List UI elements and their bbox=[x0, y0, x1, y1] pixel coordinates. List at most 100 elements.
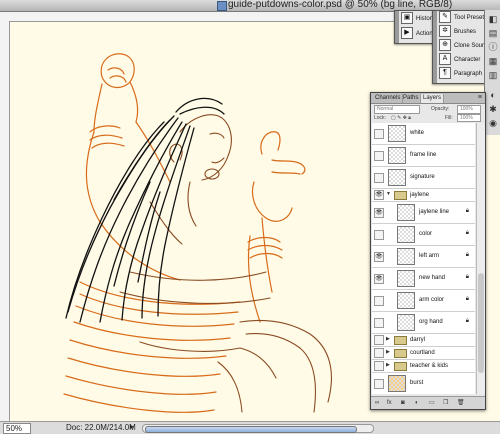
layer-name: teacher & kids bbox=[410, 363, 449, 369]
visibility-eye-icon[interactable] bbox=[374, 172, 384, 183]
paragraph-icon: ¶ bbox=[439, 67, 451, 80]
panel-grip[interactable] bbox=[395, 11, 399, 43]
layer-name: color bbox=[419, 231, 433, 237]
clone-source-button[interactable]: ⊕ Clone Source bbox=[439, 39, 490, 53]
layer-group-row[interactable]: ▶ teacher & kids bbox=[372, 360, 475, 373]
layers-panel-footer: ∞ fx ◙ ◐ ▭ ❐ 🗑︎ bbox=[371, 396, 485, 409]
layer-thumbnail bbox=[397, 292, 415, 309]
layer-row[interactable]: white bbox=[372, 123, 475, 145]
new-group-icon[interactable]: ▭ bbox=[429, 399, 435, 407]
new-layer-icon[interactable]: ❐ bbox=[443, 399, 448, 407]
link-layers-icon[interactable]: ∞ bbox=[375, 399, 379, 407]
layer-row[interactable]: frame line bbox=[372, 145, 475, 167]
histogram-icon[interactable]: ▤ bbox=[488, 28, 498, 38]
layer-thumbnail bbox=[397, 204, 415, 221]
disclosure-triangle-icon[interactable]: ▼ bbox=[386, 191, 391, 197]
disclosure-triangle-icon[interactable]: ▶ bbox=[386, 362, 390, 368]
swatches-icon[interactable]: ▥ bbox=[488, 70, 498, 80]
brushes-button[interactable]: ✲ Brushes bbox=[439, 25, 476, 39]
layer-list-scrollbar[interactable] bbox=[476, 123, 485, 394]
window-title: guide-putdowns-color.psd @ 50% (bg line,… bbox=[228, 0, 453, 10]
layer-group-row[interactable]: 👁︎ ▼ jaylene bbox=[372, 189, 475, 202]
tool-presets-button[interactable]: ✎ Tool Presets bbox=[439, 11, 487, 25]
character-button[interactable]: A Character bbox=[439, 53, 480, 67]
info-icon[interactable]: ⓘ bbox=[488, 42, 498, 52]
layer-row[interactable]: burst bbox=[372, 373, 475, 394]
folder-icon bbox=[394, 349, 407, 358]
visibility-eye-icon[interactable]: 👁︎ bbox=[374, 190, 384, 200]
disclosure-triangle-icon[interactable]: ▶ bbox=[386, 336, 390, 342]
visibility-eye-icon[interactable] bbox=[374, 361, 384, 371]
blend-mode-select[interactable]: Normal bbox=[374, 105, 420, 114]
tab-channels[interactable]: Channels bbox=[373, 94, 404, 103]
history-icon: ▣ bbox=[401, 12, 413, 25]
panel-menu-icon[interactable]: ≡ bbox=[478, 93, 482, 102]
horizontal-scrollbar[interactable] bbox=[142, 424, 374, 433]
layer-row[interactable]: arm color 🔒︎ bbox=[372, 290, 475, 312]
layer-row[interactable]: color 🔒︎ bbox=[372, 224, 475, 246]
visibility-eye-icon[interactable] bbox=[374, 128, 384, 139]
zoom-level-field[interactable]: 50% bbox=[3, 423, 31, 434]
status-bar: 50% Doc: 22.0M/214.0M ▸ bbox=[0, 421, 500, 434]
adjustments-icon[interactable]: ✱ bbox=[488, 104, 498, 114]
masks-icon[interactable]: ◉ bbox=[488, 118, 498, 128]
actions-panel-button[interactable]: ▶ Actions bbox=[401, 27, 436, 41]
layer-row[interactable]: 👁︎ jaylene line 🔒︎ bbox=[372, 202, 475, 224]
layer-thumbnail bbox=[397, 270, 415, 287]
clone-source-icon: ⊕ bbox=[439, 39, 451, 52]
layer-row[interactable]: 👁︎ left arm 🔒︎ bbox=[372, 246, 475, 268]
brushes-label: Brushes bbox=[454, 29, 477, 35]
status-menu-arrow-icon[interactable]: ▸ bbox=[130, 422, 134, 431]
visibility-eye-icon[interactable] bbox=[374, 229, 384, 240]
tool-presets-label: Tool Presets bbox=[454, 15, 488, 21]
lock-icon: 🔒︎ bbox=[465, 318, 469, 324]
visibility-eye-icon[interactable] bbox=[374, 378, 384, 389]
scrollbar-thumb[interactable] bbox=[478, 273, 484, 373]
history-panel-button[interactable]: ▣ History bbox=[401, 12, 435, 26]
layer-group-row[interactable]: ▶ darryl bbox=[372, 334, 475, 347]
color-icon[interactable]: ▦ bbox=[488, 56, 498, 66]
layer-row[interactable]: signature bbox=[372, 167, 475, 189]
add-mask-icon[interactable]: ◙ bbox=[401, 399, 405, 407]
lock-icon: 🔒︎ bbox=[465, 208, 469, 214]
visibility-eye-icon[interactable]: 👁︎ bbox=[374, 207, 384, 218]
adjustment-layer-icon[interactable]: ◐ bbox=[415, 399, 419, 407]
visibility-eye-icon[interactable] bbox=[374, 295, 384, 306]
fx-icon[interactable]: fx bbox=[387, 399, 392, 407]
lock-icons[interactable]: ▢ ✎ ✥ 🔒︎ bbox=[391, 114, 411, 122]
layer-name: frame line bbox=[410, 152, 437, 158]
layers-panel: Channels Paths Layers ≡ Normal Opacity: … bbox=[370, 92, 486, 410]
panel-grip[interactable] bbox=[433, 11, 437, 83]
layer-thumbnail bbox=[388, 125, 406, 142]
actions-icon: ▶ bbox=[401, 27, 413, 40]
styles-icon[interactable]: ◐ bbox=[488, 90, 498, 100]
tab-paths[interactable]: Paths bbox=[401, 94, 422, 103]
visibility-eye-icon[interactable] bbox=[374, 335, 384, 345]
lock-icon: 🔒︎ bbox=[465, 296, 469, 302]
folder-icon bbox=[394, 336, 407, 345]
paragraph-button[interactable]: ¶ Paragraph bbox=[439, 67, 482, 81]
layer-group-row[interactable]: ▶ courtland bbox=[372, 347, 475, 360]
trash-icon[interactable]: 🗑︎ bbox=[457, 399, 465, 407]
layer-list: white frame line signature 👁︎ ▼ jaylene 👁︎ jayl… bbox=[372, 123, 475, 394]
visibility-eye-icon[interactable] bbox=[374, 150, 384, 161]
layer-name: org hand bbox=[419, 319, 443, 325]
navigator-icon[interactable]: ◧ bbox=[488, 14, 498, 24]
layers-panel-tabs: Channels Paths Layers ≡ bbox=[371, 93, 485, 104]
visibility-eye-icon[interactable] bbox=[374, 348, 384, 358]
layer-thumbnail bbox=[397, 248, 415, 265]
scrollbar-thumb[interactable] bbox=[145, 426, 357, 433]
disclosure-triangle-icon[interactable]: ▶ bbox=[386, 349, 390, 355]
layer-row[interactable]: 👁︎ new hand 🔒︎ bbox=[372, 268, 475, 290]
visibility-eye-icon[interactable] bbox=[374, 317, 384, 328]
fill-input[interactable]: 100% bbox=[457, 114, 481, 122]
visibility-eye-icon[interactable]: 👁︎ bbox=[374, 251, 384, 262]
layer-name: burst bbox=[410, 380, 424, 386]
document-size-info[interactable]: Doc: 22.0M/214.0M bbox=[66, 423, 136, 433]
layer-row[interactable]: org hand 🔒︎ bbox=[372, 312, 475, 334]
opacity-input[interactable]: 100% bbox=[457, 105, 481, 114]
layer-name: arm color bbox=[419, 297, 445, 303]
vertical-ruler[interactable] bbox=[0, 21, 10, 421]
visibility-eye-icon[interactable]: 👁︎ bbox=[374, 273, 384, 284]
tab-layers[interactable]: Layers bbox=[421, 94, 445, 103]
